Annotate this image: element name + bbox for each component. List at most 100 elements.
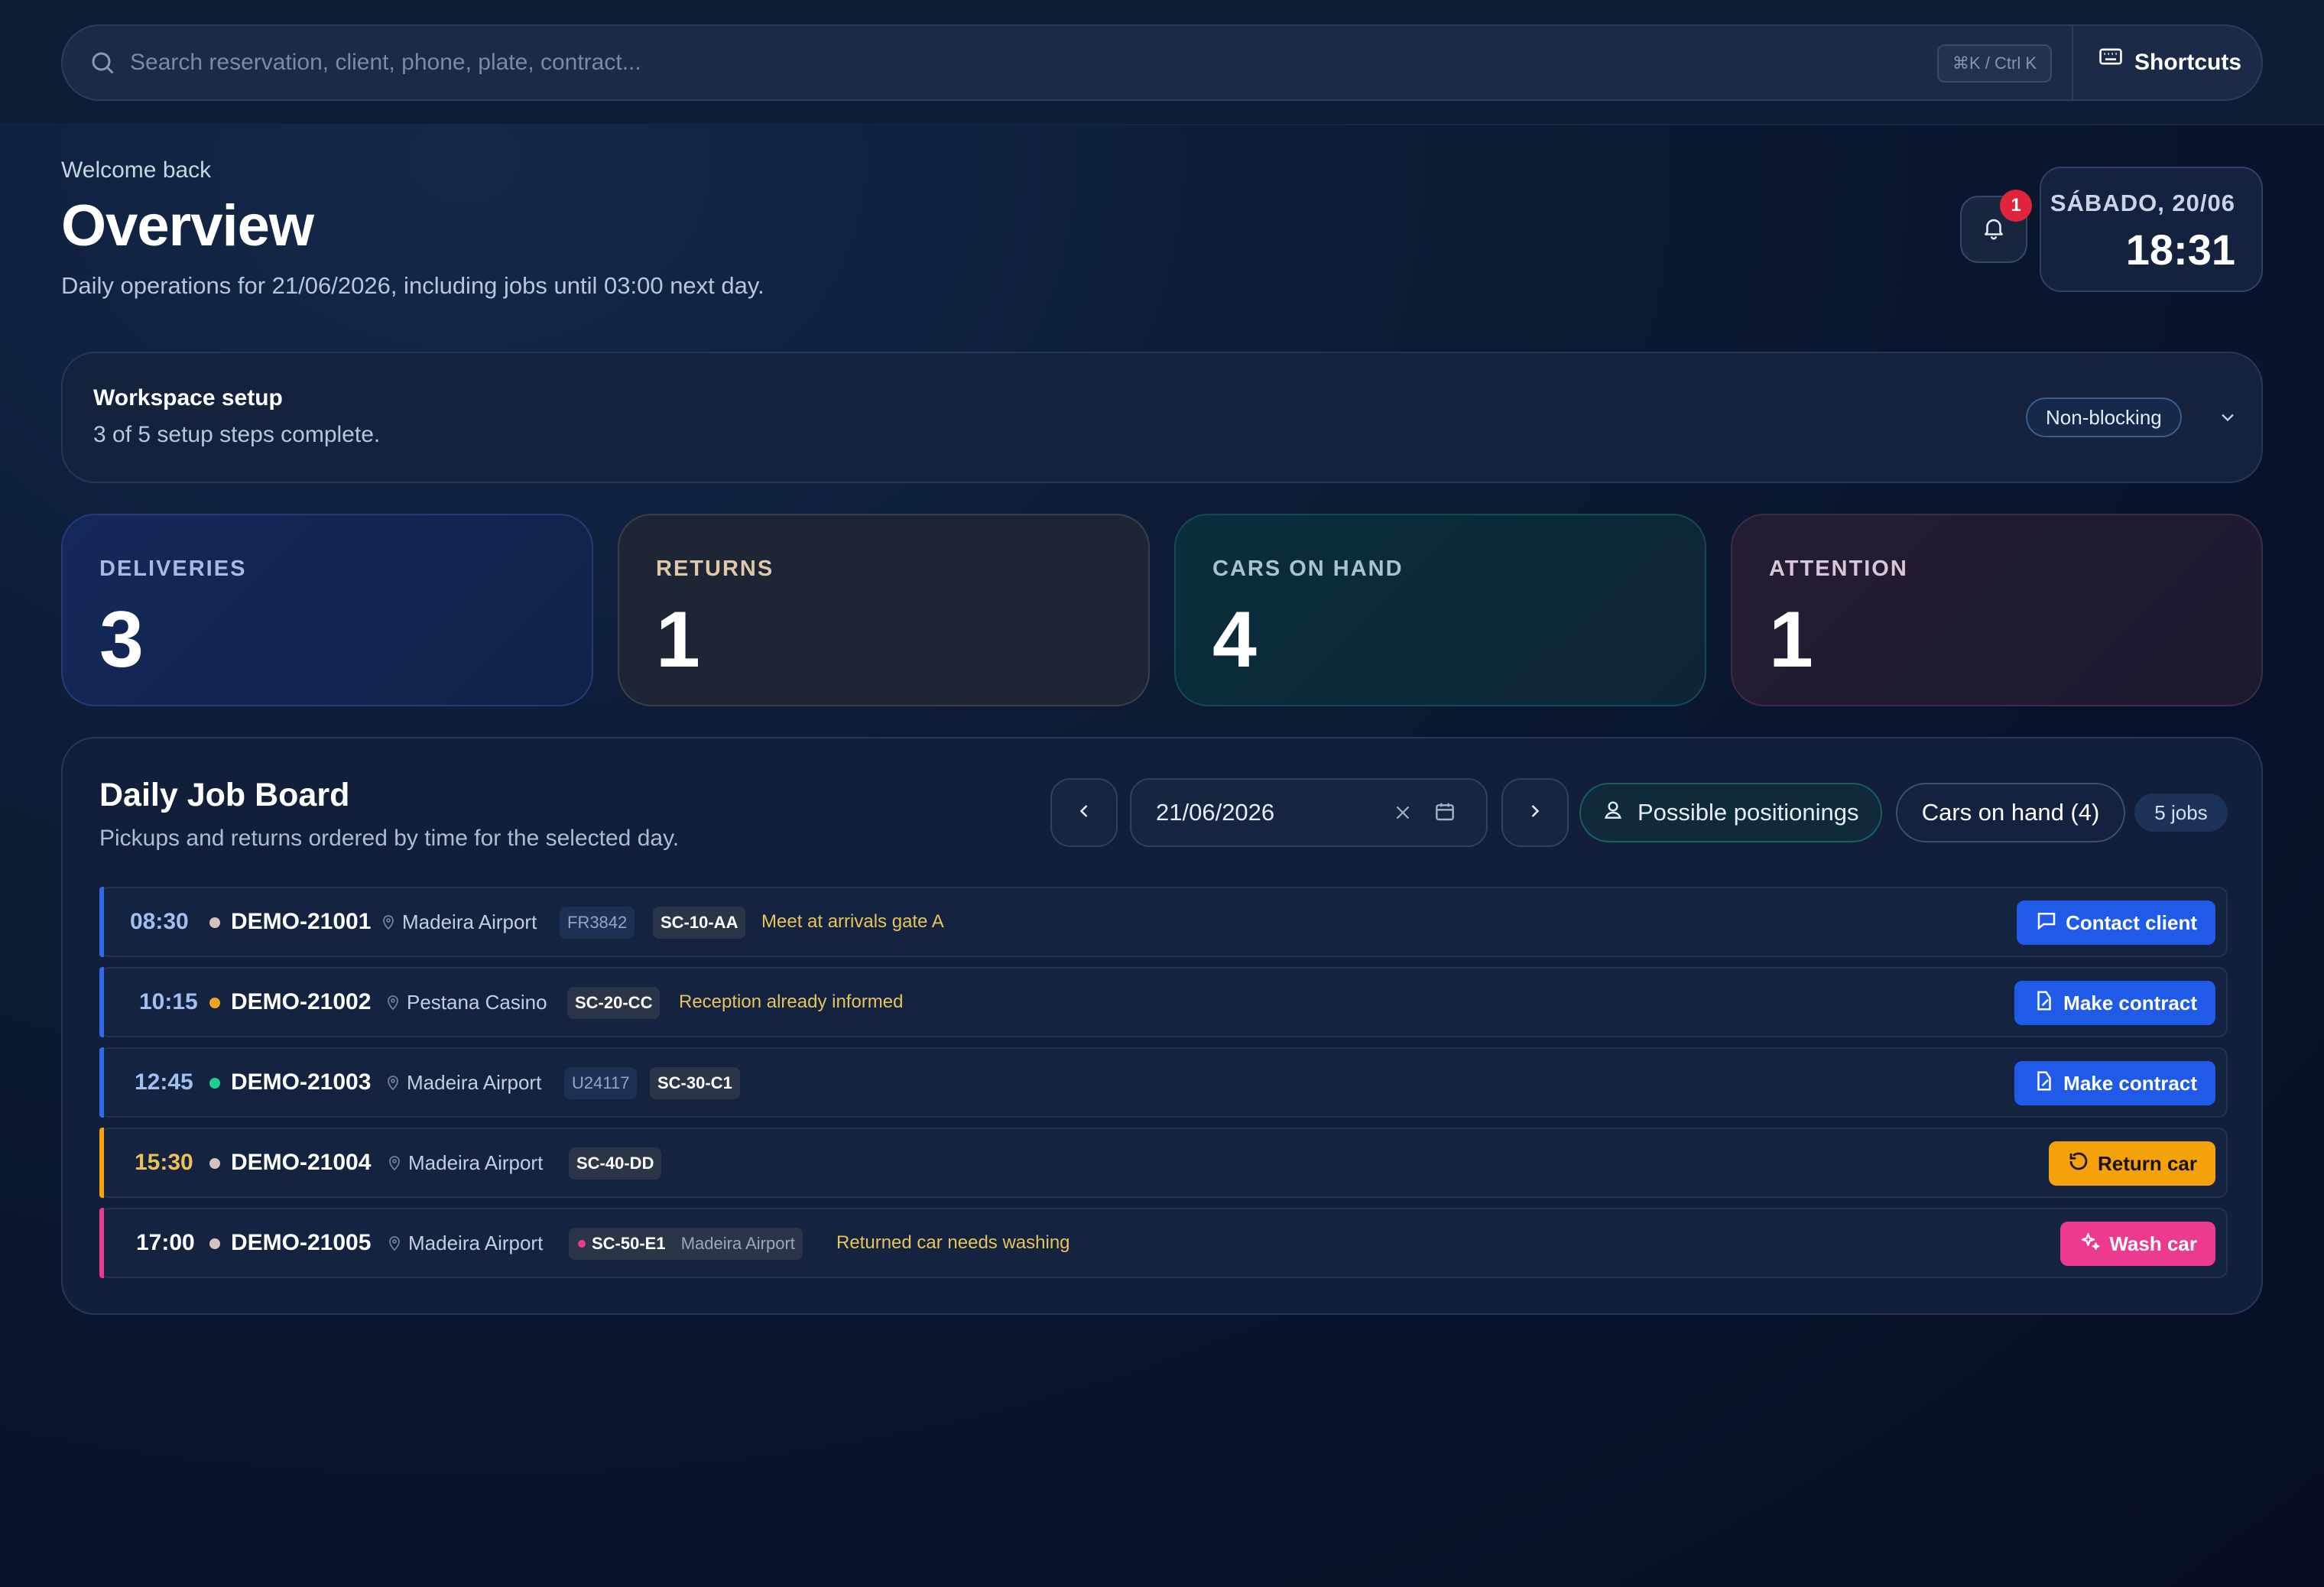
- job-time: 08:30: [130, 909, 189, 934]
- notification-badge: 1: [2000, 190, 2032, 222]
- non-blocking-badge: Non-blocking: [2026, 398, 2182, 437]
- chevron-right-icon: [1524, 800, 1546, 826]
- stat-value: 1: [656, 596, 700, 684]
- setup-title: Workspace setup: [93, 385, 283, 411]
- plate-tag: SC-30-C1: [650, 1067, 740, 1099]
- stat-card-deliveries[interactable]: DELIVERIES 3: [61, 514, 593, 706]
- jobs-count-badge: 5 jobs: [2134, 794, 2228, 832]
- plate-tag: SC-40-DD: [569, 1147, 662, 1180]
- plate-tag: SC-20-CC: [567, 987, 661, 1019]
- job-row[interactable]: 17:00 DEMO-21005 Madeira Airport SC-50-E…: [99, 1208, 2228, 1278]
- previous-day-button[interactable]: [1050, 778, 1118, 847]
- action-label: Make contract: [2063, 1071, 2197, 1095]
- page-subtitle: Daily operations for 21/06/2026, includi…: [61, 272, 764, 299]
- status-dot: [209, 917, 220, 928]
- stat-label: DELIVERIES: [99, 557, 247, 581]
- stat-card-cars-on-hand[interactable]: CARS ON HAND 4: [1174, 514, 1706, 706]
- document-edit-icon: [2033, 1069, 2056, 1098]
- return-car-button[interactable]: Return car: [2048, 1141, 2215, 1186]
- page-title: Overview: [61, 193, 314, 258]
- clock-day: SÁBADO, 20/06: [2050, 190, 2235, 216]
- row-accent-bar: [99, 967, 104, 1037]
- job-time: 17:00: [136, 1230, 195, 1255]
- job-time: 10:15: [139, 989, 198, 1014]
- job-reference: DEMO-21005: [231, 1230, 372, 1255]
- board-title: Daily Job Board: [99, 777, 350, 813]
- shortcuts-button[interactable]: Shortcuts: [2098, 26, 2241, 99]
- plate-value: SC-50-E1: [592, 1234, 666, 1253]
- job-time: 15:30: [135, 1150, 193, 1175]
- shortcuts-label: Shortcuts: [2134, 50, 2242, 75]
- wash-car-button[interactable]: Wash car: [2060, 1222, 2215, 1266]
- job-location: Madeira Airport: [407, 1071, 542, 1094]
- job-row[interactable]: 10:15 DEMO-21002 Pestana Casino SC-20-CC…: [99, 967, 2228, 1037]
- flight-tag: U24117: [564, 1067, 638, 1099]
- status-dot: [209, 1158, 220, 1169]
- plate-location-tag: SC-50-E1 Madeira Airport: [569, 1228, 803, 1260]
- job-location: Madeira Airport: [408, 1151, 544, 1174]
- clear-icon[interactable]: [1391, 801, 1414, 828]
- stat-value: 4: [1212, 596, 1257, 684]
- status-dot: [209, 1078, 220, 1089]
- action-label: Wash car: [2109, 1232, 2197, 1255]
- setup-status: 3 of 5 setup steps complete.: [93, 422, 381, 447]
- job-reference: DEMO-21002: [231, 989, 372, 1014]
- job-note: Reception already informed: [679, 991, 904, 1012]
- make-contract-button[interactable]: Make contract: [2014, 981, 2215, 1025]
- stat-value: 3: [99, 596, 144, 684]
- job-row[interactable]: 08:30 DEMO-21001 Madeira Airport FR3842 …: [99, 887, 2228, 957]
- cars-on-hand-button[interactable]: Cars on hand (4): [1896, 783, 2125, 842]
- search-divider: [2072, 26, 2073, 99]
- status-dot: [578, 1240, 586, 1248]
- board-subtitle: Pickups and returns ordered by time for …: [99, 826, 680, 851]
- calendar-icon[interactable]: [1433, 800, 1457, 828]
- search-input[interactable]: Search reservation, client, phone, plate…: [130, 26, 641, 99]
- stat-label: CARS ON HAND: [1212, 557, 1404, 581]
- welcome-text: Welcome back: [61, 157, 212, 183]
- job-reference: DEMO-21001: [231, 909, 372, 934]
- job-location: Madeira Airport: [402, 910, 537, 933]
- job-note: Meet at arrivals gate A: [761, 911, 944, 932]
- action-label: Contact client: [2066, 910, 2197, 934]
- stat-label: ATTENTION: [1769, 557, 1908, 581]
- date-picker[interactable]: 21/06/2026: [1130, 778, 1488, 847]
- job-row[interactable]: 12:45 DEMO-21003 Madeira Airport U24117 …: [99, 1047, 2228, 1118]
- location-pin-icon: [385, 1152, 404, 1177]
- stat-value: 1: [1769, 596, 1813, 684]
- job-reference: DEMO-21004: [231, 1150, 372, 1175]
- plate-tag: SC-10-AA: [653, 907, 746, 939]
- contact-client-button[interactable]: Contact client: [2017, 901, 2215, 945]
- bell-icon: [1981, 215, 2007, 245]
- location-pin-icon: [384, 991, 402, 1017]
- stat-card-returns[interactable]: RETURNS 1: [618, 514, 1150, 706]
- location-pin-icon: [379, 911, 398, 936]
- action-label: Return car: [2097, 1151, 2197, 1175]
- location-pin-icon: [384, 1072, 402, 1097]
- status-dot: [209, 1238, 220, 1249]
- status-dot: [209, 998, 220, 1008]
- date-value: 21/06/2026: [1156, 799, 1275, 826]
- chevron-left-icon: [1073, 800, 1095, 826]
- daily-job-board: Daily Job Board Pickups and returns orde…: [61, 737, 2263, 1315]
- row-accent-bar: [99, 1128, 104, 1198]
- job-time: 12:45: [135, 1069, 193, 1095]
- row-accent-bar: [99, 887, 104, 957]
- global-search[interactable]: Search reservation, client, phone, plate…: [61, 24, 2263, 101]
- job-note: Returned car needs washing: [836, 1232, 1070, 1253]
- search-shortcut-hint: ⌘K / Ctrl K: [1937, 44, 2053, 83]
- search-icon: [89, 49, 116, 80]
- date-time-card: SÁBADO, 20/06 18:31: [2040, 167, 2263, 292]
- top-bar: Search reservation, client, phone, plate…: [0, 0, 2324, 125]
- next-day-button[interactable]: [1501, 778, 1569, 847]
- chevron-down-icon[interactable]: [2217, 407, 2238, 432]
- job-location: Madeira Airport: [408, 1232, 544, 1254]
- row-accent-bar: [99, 1208, 104, 1278]
- make-contract-button[interactable]: Make contract: [2014, 1061, 2215, 1105]
- workspace-setup-panel[interactable]: Workspace setup 3 of 5 setup steps compl…: [61, 352, 2263, 483]
- action-label: Make contract: [2063, 991, 2197, 1014]
- job-row[interactable]: 15:30 DEMO-21004 Madeira Airport SC-40-D…: [99, 1128, 2228, 1198]
- possible-positionings-button[interactable]: Possible positionings: [1579, 783, 1882, 842]
- location-pin-icon: [385, 1232, 404, 1258]
- message-icon: [2035, 909, 2058, 937]
- stat-card-attention[interactable]: ATTENTION 1: [1731, 514, 2263, 706]
